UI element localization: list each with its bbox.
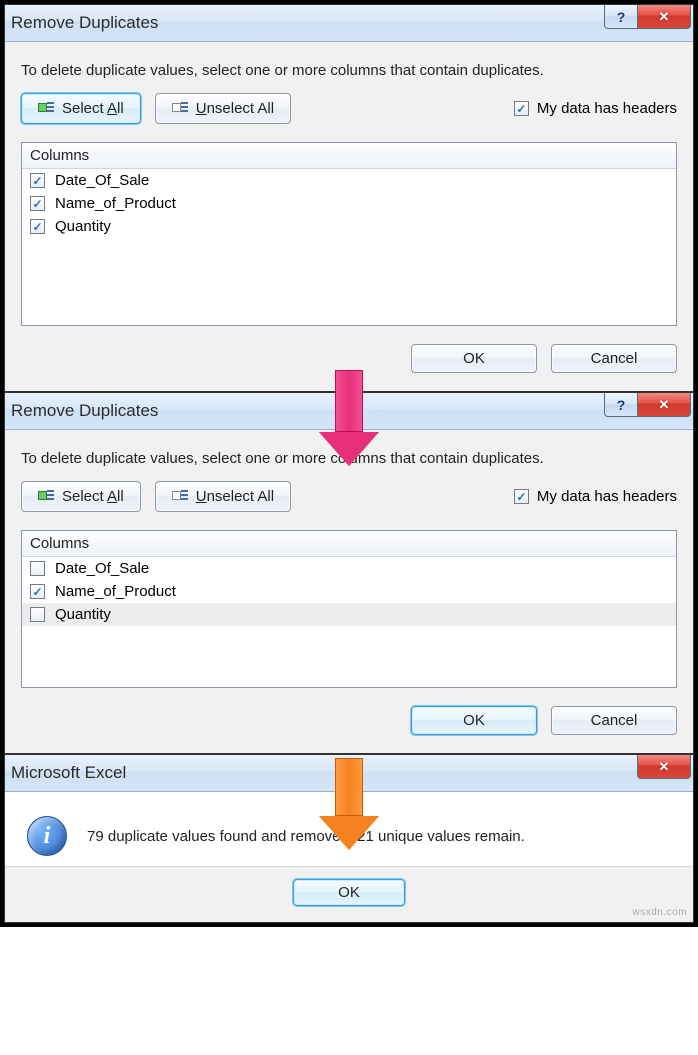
select-all-icon [38,102,54,116]
info-icon: i [27,816,67,856]
column-checkbox[interactable] [30,173,45,188]
message-footer: OK [5,866,693,922]
help-button[interactable]: ? [604,5,638,29]
column-row[interactable]: Name_of_Product [22,192,676,215]
select-all-button[interactable]: Select All [21,481,141,512]
unselect-all-label: Unselect All [196,100,274,117]
column-checkbox[interactable] [30,584,45,599]
dialog-footer: OK Cancel [21,706,677,735]
close-icon: ✕ [659,9,670,25]
close-button[interactable]: ✕ [637,755,691,779]
column-label: Quantity [55,606,111,623]
window-controls: ? ✕ [604,5,693,41]
titlebar: Remove Duplicates ? ✕ [5,393,693,430]
column-label: Date_Of_Sale [55,560,149,577]
select-all-label: Select All [62,488,124,505]
help-icon: ? [617,9,626,25]
unselect-all-label: Unselect All [196,488,274,505]
unselect-all-icon [172,102,188,116]
ok-button[interactable]: OK [293,879,405,906]
columns-header: Columns [22,531,676,557]
columns-listbox: Columns Date_Of_Sale Name_of_Product Quant… [21,530,677,688]
dialog-content: To delete duplicate values, select one o… [5,430,693,753]
close-button[interactable]: ✕ [637,5,691,29]
titlebar: Remove Duplicates ? ✕ [5,5,693,42]
dialog-title: Remove Duplicates [11,13,158,33]
message-content: i 79 duplicate values found and removed;… [5,792,693,866]
columns-list[interactable]: Date_Of_Sale Name_of_Product Quantity [22,169,676,325]
headers-checkbox-group: My data has headers [514,100,677,117]
ok-button[interactable]: OK [411,344,537,373]
headers-checkbox[interactable] [514,489,529,504]
column-checkbox[interactable] [30,607,45,622]
close-icon: ✕ [659,397,670,413]
column-checkbox[interactable] [30,561,45,576]
column-row[interactable]: Quantity [22,603,676,626]
unselect-all-button[interactable]: Unselect All [155,481,291,512]
cancel-button[interactable]: Cancel [551,706,677,735]
column-row[interactable]: Quantity [22,215,676,238]
close-icon: ✕ [659,759,670,775]
headers-checkbox[interactable] [514,101,529,116]
help-button[interactable]: ? [604,393,638,417]
columns-header: Columns [22,143,676,169]
headers-label: My data has headers [537,488,677,505]
columns-list[interactable]: Date_Of_Sale Name_of_Product Quantity [22,557,676,687]
dialog-title: Microsoft Excel [11,763,126,783]
headers-label: My data has headers [537,100,677,117]
column-row[interactable]: Date_Of_Sale [22,169,676,192]
instruction-text: To delete duplicate values, select one o… [21,450,677,467]
dialog-content: To delete duplicate values, select one o… [5,42,693,391]
excel-message-dialog: Microsoft Excel ✕ i 79 duplicate values … [4,754,694,923]
unselect-all-button[interactable]: Unselect All [155,93,291,124]
window-controls: ? ✕ [604,393,693,429]
remove-duplicates-dialog-2: Remove Duplicates ? ✕ To delete duplicat… [4,392,694,754]
headers-checkbox-group: My data has headers [514,488,677,505]
column-label: Date_Of_Sale [55,172,149,189]
select-all-label: Select All [62,100,124,117]
titlebar: Microsoft Excel ✕ [5,755,693,792]
select-all-icon [38,490,54,504]
ok-button[interactable]: OK [411,706,537,735]
column-row[interactable]: Name_of_Product [22,580,676,603]
dialog-title: Remove Duplicates [11,401,158,421]
close-button[interactable]: ✕ [637,393,691,417]
unselect-all-icon [172,490,188,504]
select-all-button[interactable]: Select All [21,93,141,124]
column-label: Name_of_Product [55,195,176,212]
help-icon: ? [617,397,626,413]
window-controls: ✕ [638,755,693,791]
column-row[interactable]: Date_Of_Sale [22,557,676,580]
column-checkbox[interactable] [30,219,45,234]
column-label: Name_of_Product [55,583,176,600]
column-label: Quantity [55,218,111,235]
remove-duplicates-dialog-1: Remove Duplicates ? ✕ To delete duplicat… [4,4,694,392]
toolbar: Select All Unselect All My data has head… [21,481,677,512]
instruction-text: To delete duplicate values, select one o… [21,62,677,79]
message-text: 79 duplicate values found and removed; 2… [87,828,525,845]
cancel-button[interactable]: Cancel [551,344,677,373]
column-checkbox[interactable] [30,196,45,211]
watermark: wsxdn.com [632,907,687,918]
columns-listbox: Columns Date_Of_Sale Name_of_Product Quant… [21,142,677,326]
dialog-footer: OK Cancel [21,344,677,373]
toolbar: Select All Unselect All My data has head… [21,93,677,124]
